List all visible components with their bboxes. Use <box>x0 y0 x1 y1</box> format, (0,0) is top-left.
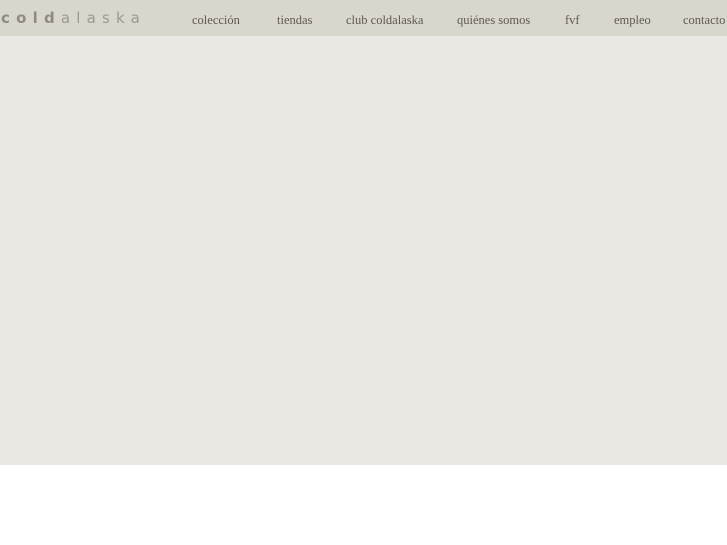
logo[interactable]: coldalaska <box>1 9 146 27</box>
hero-content-area <box>0 36 727 465</box>
nav-link-tiendas[interactable]: tiendas <box>277 12 312 28</box>
nav-link-coleccion[interactable]: colección <box>192 12 240 28</box>
nav-link-empleo[interactable]: empleo <box>614 12 651 28</box>
nav-link-quienes-somos[interactable]: quiénes somos <box>457 12 530 28</box>
nav-link-contacto[interactable]: contacto <box>683 12 725 28</box>
logo-text-alaska: alaska <box>60 9 147 27</box>
nav-link-club-coldalaska[interactable]: club coldalaska <box>346 12 423 28</box>
nav-link-fvf[interactable]: fvf <box>565 12 580 28</box>
top-navigation-bar: coldalaska colección tiendas club coldal… <box>0 0 727 36</box>
logo-text-cold: cold <box>1 9 61 27</box>
